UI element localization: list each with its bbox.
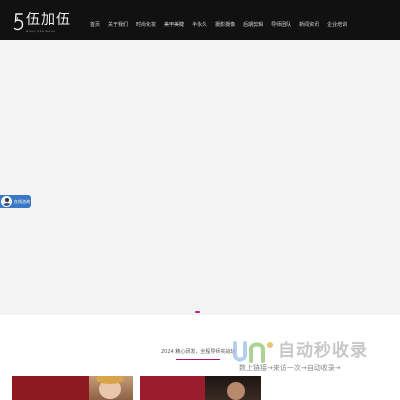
consultant-avatar [1,196,12,207]
section-title: 2024 精心研发，全程导师实战班 [161,349,236,355]
course-card[interactable] [12,376,133,400]
card-photo [89,376,133,400]
nav-item-editing[interactable]: 后期剪辑 [239,20,267,30]
banner-dot-active[interactable] [195,311,200,313]
hero-banner[interactable] [0,40,400,315]
banner-pagination [195,311,200,313]
online-consult-button[interactable]: 在线咨询 [0,195,31,208]
nav-item-home[interactable]: 首页 [86,20,104,30]
site-header: 伍加伍 wuuu jiaa wuuu 首页 关于我们 时尚化妆 美甲美睫 半永久… [0,0,400,40]
nav-item-nails[interactable]: 美甲美睫 [160,20,188,30]
site-logo[interactable]: 伍加伍 wuuu jiaa wuuu [13,11,73,35]
nav-item-makeup[interactable]: 时尚化妆 [132,20,160,30]
nav-item-training[interactable]: 企业培训 [323,20,351,30]
logo-subtitle: wuuu jiaa wuuu [26,29,56,33]
consult-label: 在线咨询 [14,198,30,204]
card-photo [205,376,261,400]
nav-item-photography[interactable]: 摄影摄像 [211,20,239,30]
main-nav: 首页 关于我们 时尚化妆 美甲美睫 半永久 摄影摄像 后期剪辑 导师团队 新闻资… [86,20,351,30]
logo-name: 伍加伍 [26,12,71,28]
nav-item-about[interactable]: 关于我们 [104,20,132,30]
nav-item-news[interactable]: 新闻资讯 [295,20,323,30]
five-logo-icon [13,13,24,31]
section-divider [176,359,220,360]
course-card[interactable] [140,376,261,400]
nav-item-mentors[interactable]: 导师团队 [267,20,295,30]
watermark-title: 自动秒收录 [278,341,368,361]
nav-item-semi-permanent[interactable]: 半永久 [188,20,211,30]
watermark-overlay: 自动秒收录 数上链接→来访一次→自动收录→ [231,338,391,378]
watermark-logo-icon [233,341,273,363]
watermark-subtitle: 数上链接→来访一次→自动收录→ [237,363,343,373]
